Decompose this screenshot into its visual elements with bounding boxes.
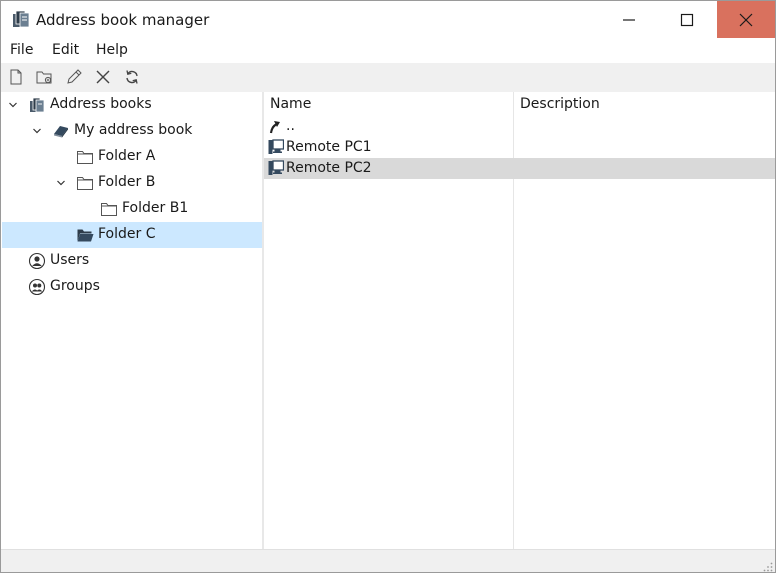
tree-item-label: Folder C xyxy=(98,226,156,242)
minimize-button[interactable] xyxy=(600,1,658,38)
tree-item-label: My address book xyxy=(74,122,193,138)
user-icon xyxy=(28,252,46,270)
folder-icon xyxy=(100,200,118,218)
tree-item-label: Address books xyxy=(50,96,152,112)
edit-button[interactable] xyxy=(65,68,83,86)
new-folder-button[interactable] xyxy=(35,68,53,86)
close-icon xyxy=(739,13,753,27)
delete-x-icon xyxy=(96,70,110,84)
list-row-name: Remote PC2 xyxy=(286,160,372,176)
tree-item-label: Folder B xyxy=(98,174,156,190)
tree-item-label: Users xyxy=(50,252,90,268)
menu-edit[interactable]: Edit xyxy=(52,42,79,58)
tree-item-groups[interactable]: Groups xyxy=(2,274,262,300)
folder-icon xyxy=(76,174,94,192)
chevron-down-icon[interactable] xyxy=(55,177,67,189)
tree-item-address-books[interactable]: Address books xyxy=(2,92,262,118)
computer-icon xyxy=(268,139,285,155)
tree-item-users[interactable]: Users xyxy=(2,248,262,274)
computer-icon xyxy=(268,160,285,176)
group-icon xyxy=(28,278,46,296)
new-document-button[interactable] xyxy=(7,68,25,86)
tree-item-label: Folder A xyxy=(98,148,156,164)
book-icon xyxy=(52,122,70,140)
delete-button[interactable] xyxy=(94,68,112,86)
window-title: Address book manager xyxy=(36,11,210,29)
maximize-button[interactable] xyxy=(658,1,716,38)
maximize-icon xyxy=(680,13,694,27)
tree-item-folder-b1[interactable]: Folder B1 xyxy=(2,196,262,222)
list-header: Name Description xyxy=(264,92,775,115)
column-header-description[interactable]: Description xyxy=(520,96,600,112)
minimize-icon xyxy=(623,19,635,21)
menu-file[interactable]: File xyxy=(10,42,33,58)
tree-item-label: Folder B1 xyxy=(122,200,189,216)
list-row-name: .. xyxy=(286,118,295,134)
address-books-icon xyxy=(28,96,46,114)
tree-item-folder-c[interactable]: Folder C xyxy=(2,222,262,248)
tree-item-label: Groups xyxy=(50,278,100,294)
folder-icon xyxy=(76,148,94,166)
address-books-app-icon xyxy=(11,9,31,29)
toolbar xyxy=(1,63,775,92)
chevron-down-icon[interactable] xyxy=(31,125,43,137)
close-button[interactable] xyxy=(717,1,775,38)
tree-item-folder-b[interactable]: Folder B xyxy=(2,170,262,196)
app-window: Address book manager File Edit Help Addr… xyxy=(0,0,776,573)
address-book-tree[interactable]: Address books My address book Folder A F… xyxy=(1,92,262,549)
refresh-icon xyxy=(126,70,138,84)
folder-open-icon xyxy=(76,226,94,244)
edit-pencil-icon xyxy=(67,69,82,84)
title-bar[interactable]: Address book manager xyxy=(1,1,775,38)
new-document-icon xyxy=(10,69,22,85)
new-folder-icon xyxy=(36,71,52,84)
menu-bar: File Edit Help xyxy=(1,38,775,63)
list-row-name: Remote PC1 xyxy=(286,139,372,155)
list-row-remote-pc2[interactable]: Remote PC2 xyxy=(264,158,775,179)
resize-grip-icon[interactable] xyxy=(763,560,773,572)
list-row-parent[interactable]: .. xyxy=(264,116,775,137)
column-header-name[interactable]: Name xyxy=(270,96,311,112)
up-arrow-icon xyxy=(268,118,284,134)
tree-item-folder-a[interactable]: Folder A xyxy=(2,144,262,170)
menu-help[interactable]: Help xyxy=(96,42,128,58)
list-row-remote-pc1[interactable]: Remote PC1 xyxy=(264,137,775,158)
tree-item-my-address-book[interactable]: My address book xyxy=(2,118,262,144)
refresh-button[interactable] xyxy=(123,68,141,86)
chevron-down-icon[interactable] xyxy=(7,99,19,111)
item-list[interactable]: Name Description .. Remote PC1 Remote PC… xyxy=(264,92,775,549)
status-bar xyxy=(1,549,775,572)
